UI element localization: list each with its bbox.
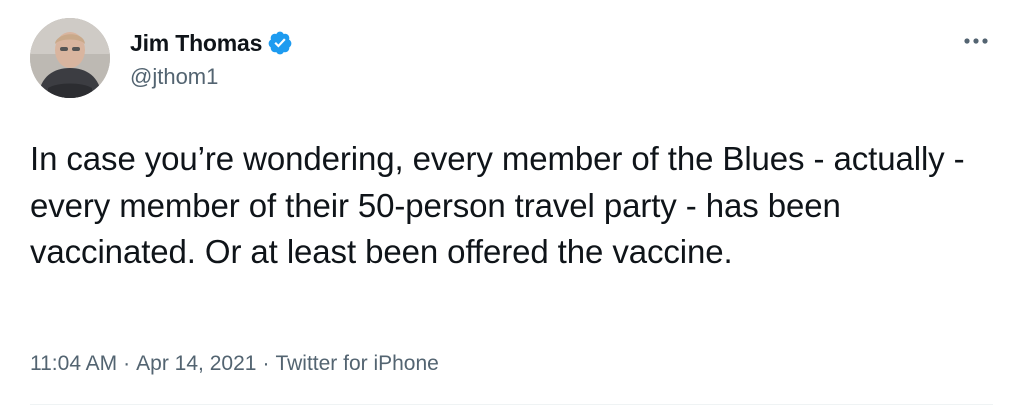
profile-photo-icon	[30, 18, 110, 98]
tweet-card: Jim Thomas @jthom1 In case you’re wonder…	[0, 0, 1023, 411]
verified-badge-icon	[267, 30, 293, 56]
meta-separator: ·	[123, 352, 131, 375]
display-name[interactable]: Jim Thomas	[130, 30, 262, 57]
more-horizontal-icon	[964, 38, 988, 44]
more-options-button[interactable]	[959, 24, 993, 58]
tweet-date[interactable]: Apr 14, 2021	[136, 352, 256, 376]
tweet-text: In case you’re wondering, every member o…	[30, 140, 965, 270]
tweet-time[interactable]: 11:04 AM	[30, 352, 117, 376]
divider	[30, 404, 993, 405]
meta-separator: ·	[262, 352, 270, 375]
author-name-row: Jim Thomas	[130, 26, 293, 60]
user-handle[interactable]: @jthom1	[130, 64, 218, 90]
tweet-source[interactable]: Twitter for iPhone	[275, 352, 438, 376]
avatar[interactable]	[30, 18, 110, 98]
tweet-metadata: 11:04 AM · Apr 14, 2021 · Twitter for iP…	[30, 352, 439, 376]
